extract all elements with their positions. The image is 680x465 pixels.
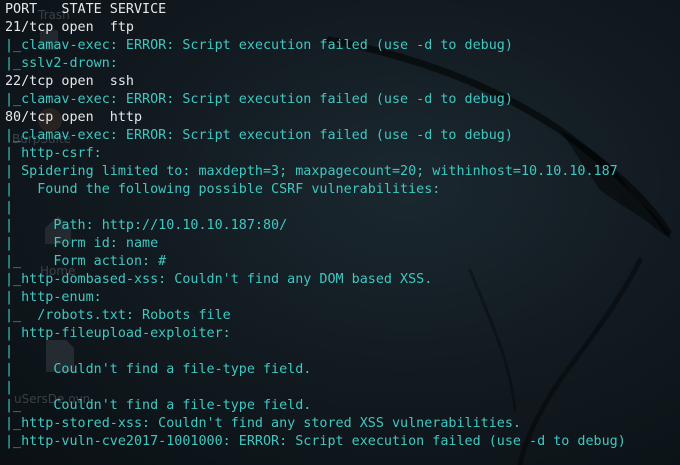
terminal-window[interactable]: Trash BurpSuite Home uSersDe.ovn PORT ST… <box>0 0 680 465</box>
output-line: |_clamav-exec: ERROR: Script execution f… <box>5 38 513 53</box>
nmap-output: PORT STATE SERVICE 21/tcp open ftp |_cla… <box>5 1 680 451</box>
output-line: | Spidering limited to: maxdepth=3; maxp… <box>5 164 618 179</box>
output-line: | Form id: name <box>5 236 159 251</box>
output-line: |_http-dombased-xss: Couldn't find any D… <box>5 272 433 287</box>
output-line: | http-enum: <box>5 290 110 305</box>
output-line: |_clamav-exec: ERROR: Script execution f… <box>5 128 513 143</box>
output-line: |_clamav-exec: ERROR: Script execution f… <box>5 92 513 107</box>
output-line-port-22: 22/tcp open ssh <box>5 74 134 89</box>
output-line-port-21: 21/tcp open ftp <box>5 20 134 35</box>
output-line: |_ /robots.txt: Robots file <box>5 308 231 323</box>
output-line: | http-csrf: <box>5 146 110 161</box>
output-line: |_sslv2-drown: <box>5 56 126 71</box>
output-line: |_ Couldn't find a file-type field. <box>5 398 312 413</box>
output-line: |_http-vuln-cve2017-1001000: ERROR: Scri… <box>5 434 626 449</box>
output-line: | <box>5 344 38 359</box>
output-line-header: PORT STATE SERVICE <box>5 2 167 17</box>
output-line-port-80: 80/tcp open http <box>5 110 143 125</box>
output-line: | Found the following possible CSRF vuln… <box>5 182 449 197</box>
output-line: | <box>5 380 38 395</box>
output-line: | http-fileupload-exploiter: <box>5 326 239 341</box>
output-line: | Path: http://10.10.10.187:80/ <box>5 218 288 233</box>
output-line: |_http-stored-xss: Couldn't find any sto… <box>5 416 521 431</box>
output-line: | <box>5 200 54 215</box>
output-line: | Couldn't find a file-type field. <box>5 362 312 377</box>
output-line: |_ Form action: # <box>5 254 167 269</box>
